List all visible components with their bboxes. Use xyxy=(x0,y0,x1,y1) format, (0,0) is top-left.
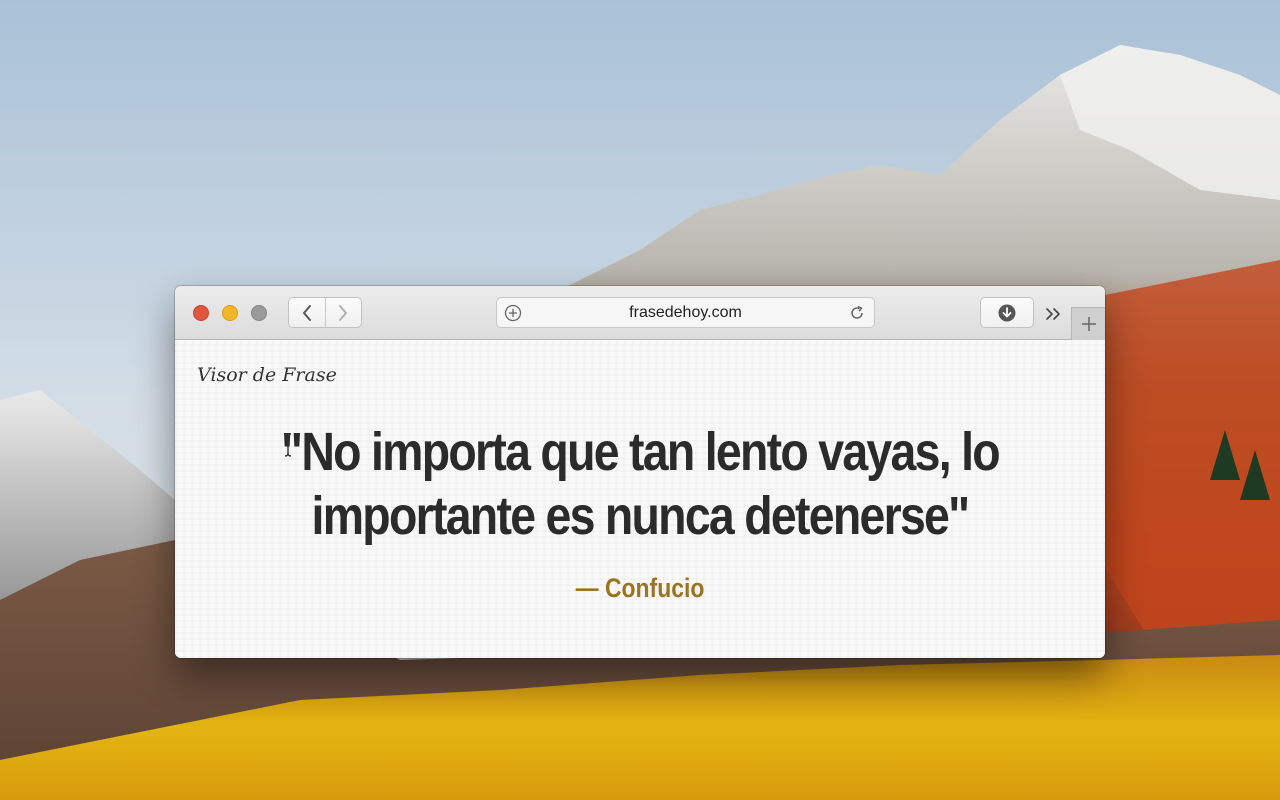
text-cursor-icon xyxy=(284,433,292,457)
download-icon xyxy=(998,304,1016,321)
back-button[interactable] xyxy=(289,298,325,327)
address-bar[interactable]: frasedehoy.com xyxy=(496,297,875,328)
site-title: Visor de Frase xyxy=(197,364,337,386)
chevron-right-icon xyxy=(339,304,348,321)
more-toolbar-items-button[interactable] xyxy=(1041,304,1065,324)
desktop: frasedehoy.com Visor de Frase "No import… xyxy=(0,0,1280,800)
page-content: Visor de Frase "No importa que tan lento… xyxy=(175,340,1105,658)
quote-author: — Confucio xyxy=(575,573,705,603)
address-url: frasedehoy.com xyxy=(629,303,742,321)
quote-text: "No importa que tan lento vayas, lo impo… xyxy=(281,422,1001,546)
plus-icon xyxy=(1081,317,1096,331)
chevron-left-icon xyxy=(302,304,311,321)
forward-button[interactable] xyxy=(324,298,362,327)
minimize-window-button[interactable] xyxy=(222,305,238,321)
maximize-window-button[interactable] xyxy=(251,305,267,321)
reload-icon[interactable] xyxy=(848,304,866,326)
close-window-button[interactable] xyxy=(193,305,209,321)
double-chevron-right-icon xyxy=(1046,308,1060,320)
downloads-button[interactable] xyxy=(980,297,1034,328)
new-tab-button[interactable] xyxy=(1071,307,1105,340)
browser-toolbar: frasedehoy.com xyxy=(175,286,1105,340)
browser-window: frasedehoy.com Visor de Frase "No import… xyxy=(175,286,1105,658)
navigation-buttons xyxy=(288,297,362,328)
